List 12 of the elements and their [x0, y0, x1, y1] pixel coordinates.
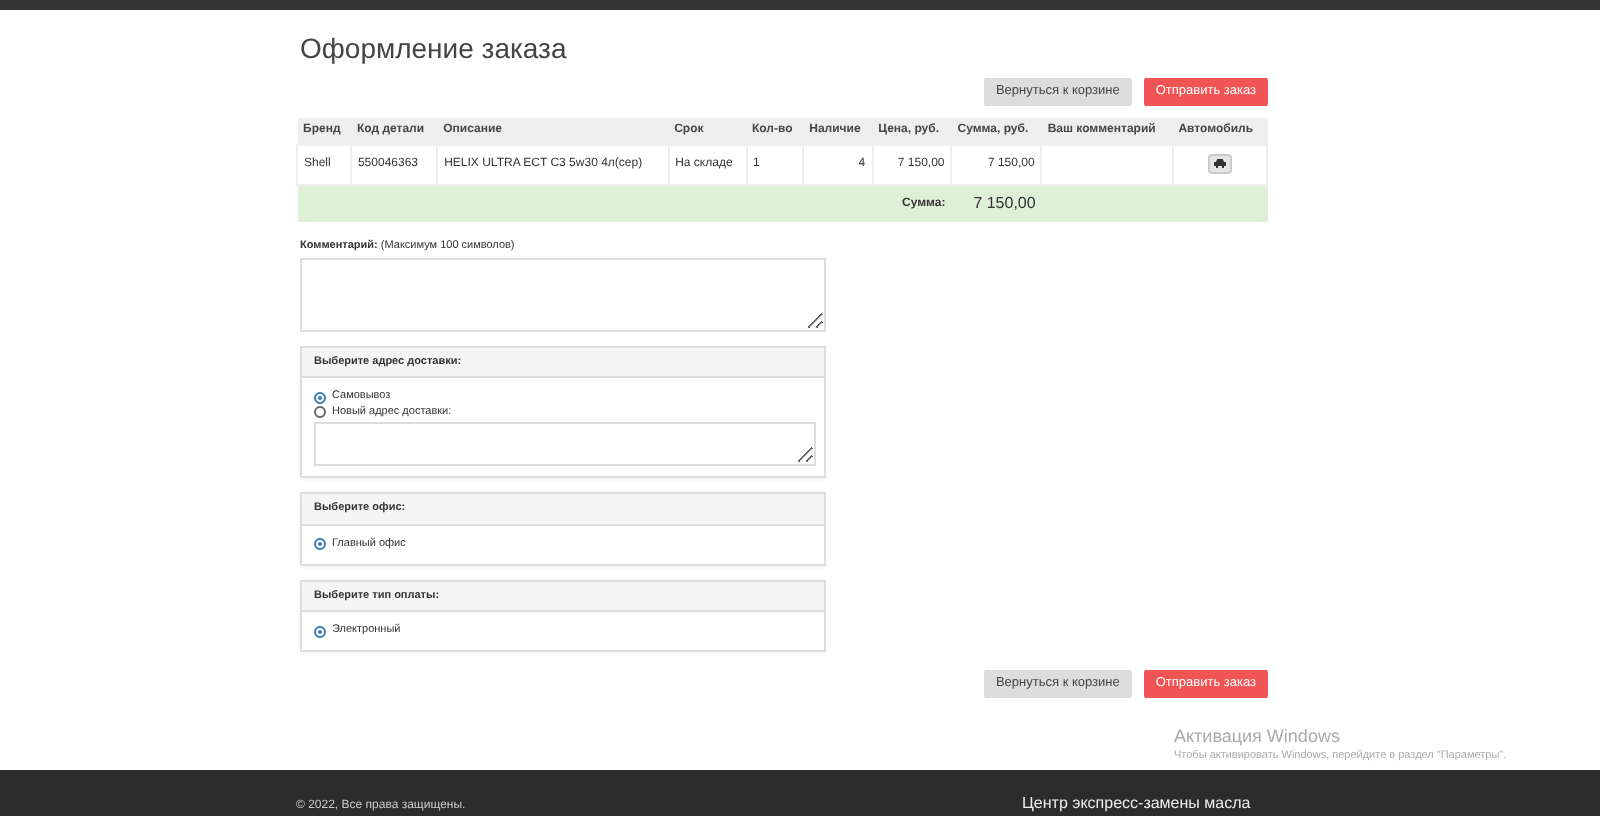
radio-button[interactable] [314, 406, 326, 419]
address-field[interactable] [314, 422, 816, 467]
comment-field[interactable] [300, 257, 826, 332]
radio-button[interactable] [314, 391, 326, 404]
page-title: Оформление заказа [300, 32, 569, 66]
car-icon [1213, 158, 1226, 169]
radio-button[interactable] [314, 625, 326, 638]
total-value: 7 150,00 [951, 185, 1042, 223]
radio-button[interactable] [314, 538, 326, 551]
activation-title: Активация Windows [1174, 728, 1342, 748]
footer-heading: Центр экспресс-замены масла [1022, 796, 1251, 814]
car-button[interactable] [1207, 153, 1232, 174]
